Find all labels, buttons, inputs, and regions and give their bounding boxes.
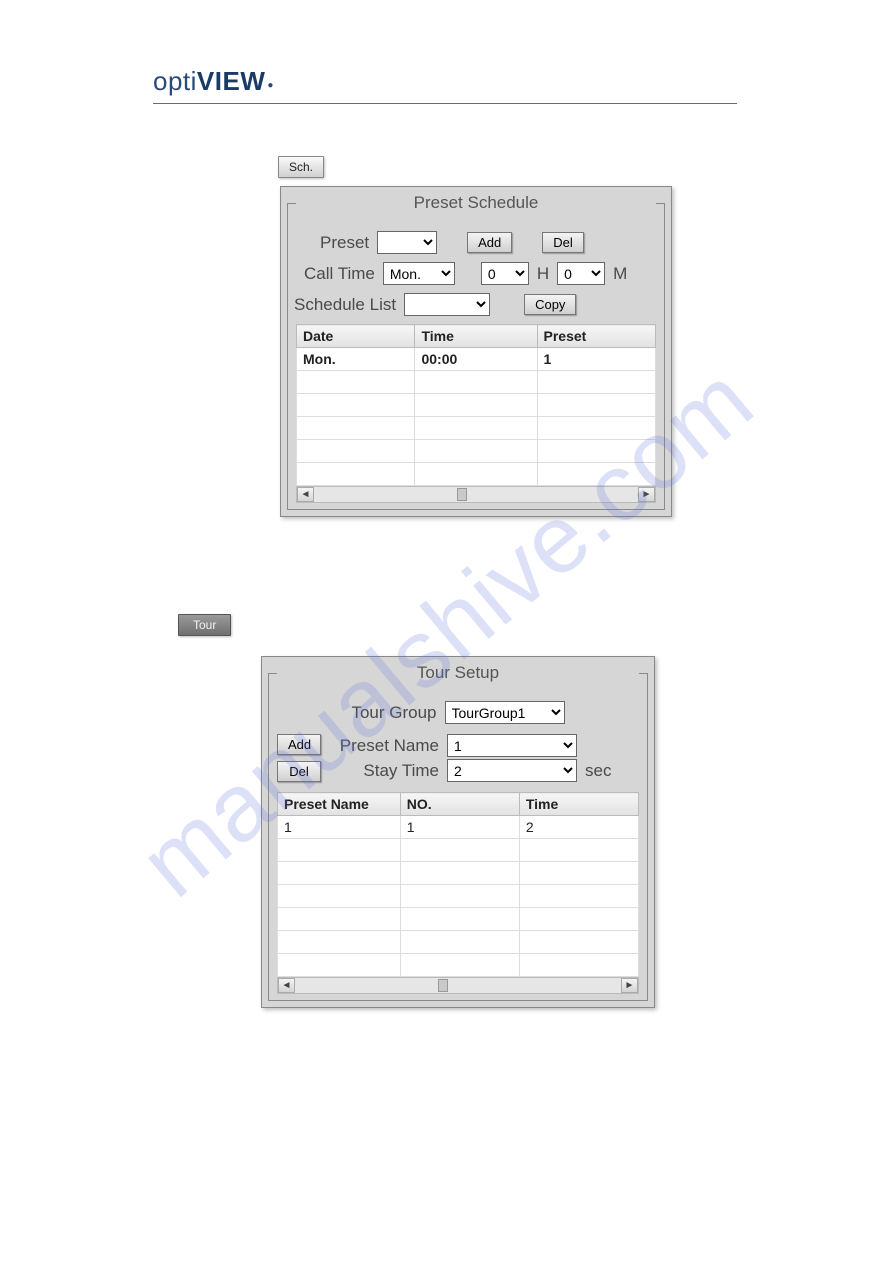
preset-name-select[interactable]: 1 bbox=[447, 734, 577, 757]
logo-part1: opti bbox=[153, 66, 197, 96]
call-time-hour-select[interactable]: 0 bbox=[481, 262, 529, 285]
tour-add-button[interactable]: Add bbox=[277, 734, 321, 755]
h-scrollbar[interactable]: ◄ ► bbox=[277, 977, 639, 994]
table-row[interactable] bbox=[297, 463, 656, 486]
cell-no: 1 bbox=[400, 816, 519, 839]
call-time-label: Call Time bbox=[304, 264, 375, 284]
table-header-row: Date Time Preset bbox=[297, 325, 656, 348]
table-row[interactable]: Mon. 00:00 1 bbox=[297, 348, 656, 371]
col-preset[interactable]: Preset bbox=[537, 325, 655, 348]
schedule-list-select[interactable] bbox=[404, 293, 490, 316]
tour-group-label: Tour Group bbox=[351, 703, 436, 723]
schedule-table: Date Time Preset Mon. 00:00 1 bbox=[296, 324, 656, 486]
tour-button[interactable]: Tour bbox=[178, 614, 231, 636]
table-row[interactable] bbox=[278, 885, 639, 908]
scroll-left-icon[interactable]: ◄ bbox=[297, 487, 314, 502]
tour-setup-panel: Tour Setup Tour Group TourGroup1 Add Del… bbox=[261, 656, 655, 1008]
table-row[interactable] bbox=[297, 371, 656, 394]
scroll-left-icon[interactable]: ◄ bbox=[278, 978, 295, 993]
logo-dot-icon: ● bbox=[267, 80, 274, 91]
table-row[interactable] bbox=[297, 394, 656, 417]
sch-button[interactable]: Sch. bbox=[278, 156, 324, 178]
table-row[interactable]: 1 1 2 bbox=[278, 816, 639, 839]
scroll-thumb[interactable] bbox=[438, 979, 448, 992]
cell-date: Mon. bbox=[297, 348, 415, 371]
cell-preset-name: 1 bbox=[278, 816, 401, 839]
call-time-day-select[interactable]: Mon. bbox=[383, 262, 455, 285]
col-date[interactable]: Date bbox=[297, 325, 415, 348]
cell-preset: 1 bbox=[537, 348, 655, 371]
copy-button[interactable]: Copy bbox=[524, 294, 576, 315]
del-button[interactable]: Del bbox=[542, 232, 584, 253]
stay-time-label: Stay Time bbox=[329, 761, 439, 781]
table-row[interactable] bbox=[278, 954, 639, 977]
tour-group-select[interactable]: TourGroup1 bbox=[445, 701, 565, 724]
preset-schedule-panel: Preset Schedule Preset Add Del Call Time… bbox=[280, 186, 672, 517]
preset-select[interactable] bbox=[377, 231, 437, 254]
cell-time: 2 bbox=[519, 816, 638, 839]
table-row[interactable] bbox=[278, 862, 639, 885]
page-header: optiVIEW● bbox=[153, 66, 737, 104]
sec-label: sec bbox=[585, 761, 611, 781]
table-header-row: Preset Name NO. Time bbox=[278, 793, 639, 816]
col-time[interactable]: Time bbox=[519, 793, 638, 816]
call-time-min-select[interactable]: 0 bbox=[557, 262, 605, 285]
preset-name-label: Preset Name bbox=[329, 736, 439, 756]
col-no[interactable]: NO. bbox=[400, 793, 519, 816]
header-rule bbox=[153, 103, 737, 104]
scroll-track[interactable] bbox=[314, 487, 638, 502]
col-preset-name[interactable]: Preset Name bbox=[278, 793, 401, 816]
cell-time: 00:00 bbox=[415, 348, 537, 371]
scroll-track[interactable] bbox=[295, 978, 621, 993]
table-row[interactable] bbox=[278, 931, 639, 954]
tour-del-button[interactable]: Del bbox=[277, 761, 321, 782]
logo: optiVIEW● bbox=[153, 66, 737, 97]
tour-table: Preset Name NO. Time 1 1 2 bbox=[277, 792, 639, 977]
table-row[interactable] bbox=[278, 908, 639, 931]
table-row[interactable] bbox=[278, 839, 639, 862]
preset-schedule-group: Preset Schedule Preset Add Del Call Time… bbox=[287, 193, 665, 510]
col-time[interactable]: Time bbox=[415, 325, 537, 348]
add-button[interactable]: Add bbox=[467, 232, 512, 253]
scroll-right-icon[interactable]: ► bbox=[621, 978, 638, 993]
h-scrollbar[interactable]: ◄ ► bbox=[296, 486, 656, 503]
table-row[interactable] bbox=[297, 417, 656, 440]
logo-part2: VIEW bbox=[197, 66, 265, 96]
min-label: M bbox=[613, 264, 627, 284]
preset-label: Preset bbox=[320, 233, 369, 253]
stay-time-select[interactable]: 2 bbox=[447, 759, 577, 782]
table-row[interactable] bbox=[297, 440, 656, 463]
hour-label: H bbox=[537, 264, 549, 284]
tour-setup-group: Tour Setup Tour Group TourGroup1 Add Del… bbox=[268, 663, 648, 1001]
schedule-list-label: Schedule List bbox=[294, 295, 396, 315]
scroll-right-icon[interactable]: ► bbox=[638, 487, 655, 502]
scroll-thumb[interactable] bbox=[457, 488, 467, 501]
tour-setup-title: Tour Setup bbox=[417, 663, 499, 682]
preset-schedule-title: Preset Schedule bbox=[414, 193, 539, 212]
